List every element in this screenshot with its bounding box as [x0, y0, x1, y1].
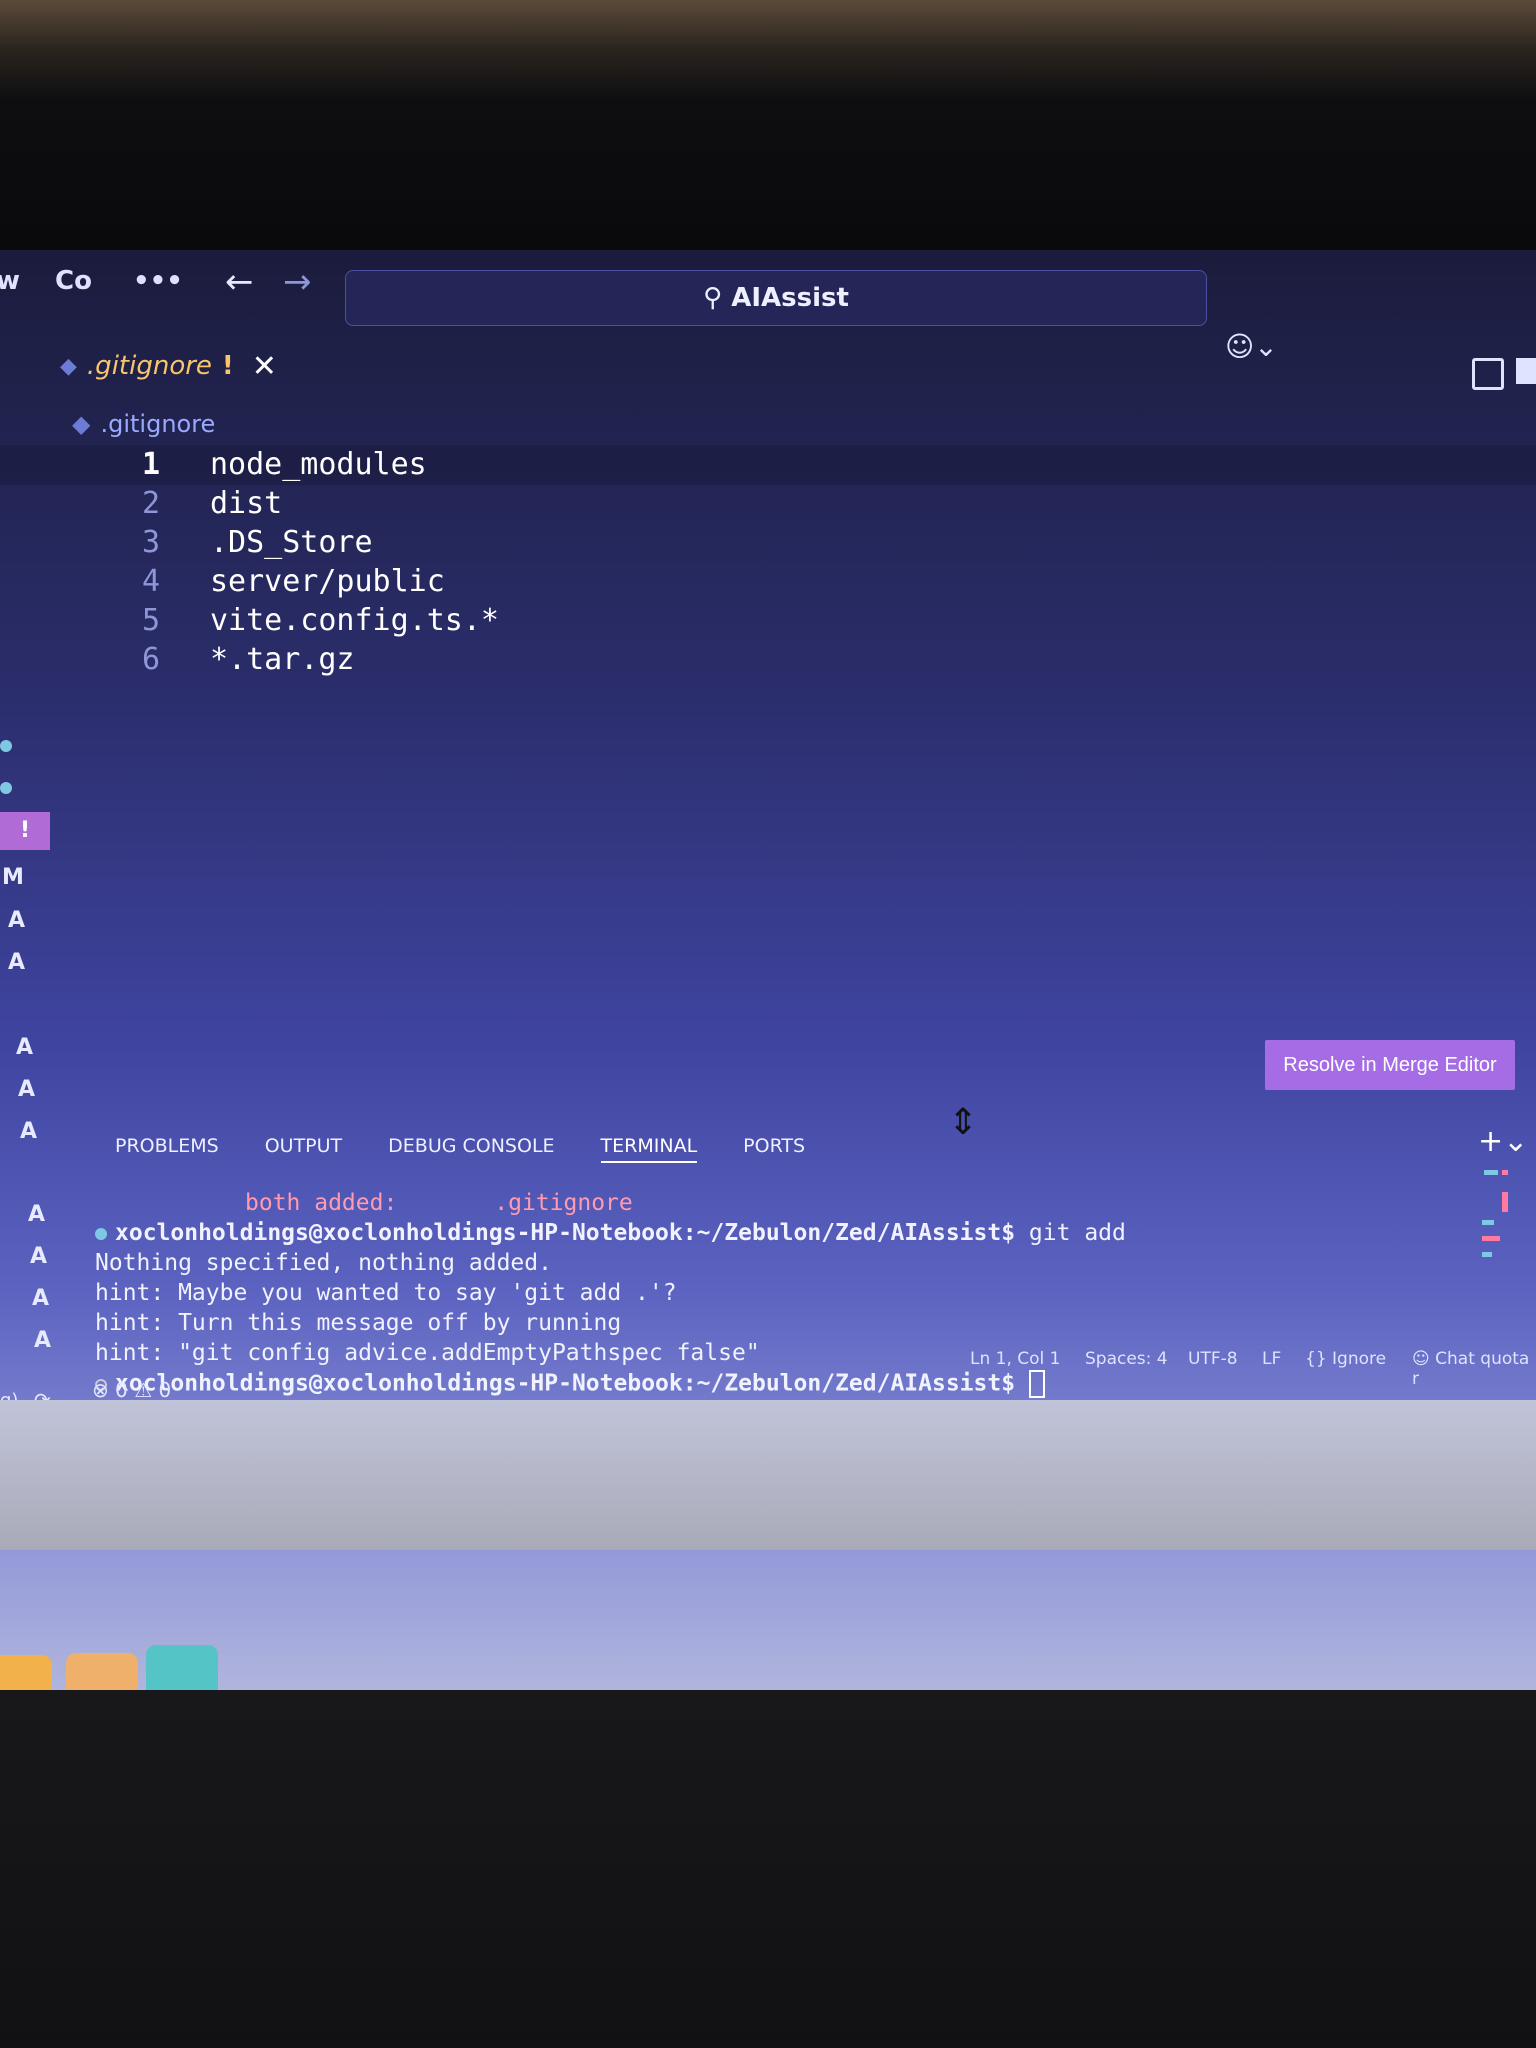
- tab-debug-console[interactable]: DEBUG CONSOLE: [388, 1135, 554, 1163]
- desktop-background: [0, 1400, 1536, 1550]
- new-terminal-button[interactable]: +⌄: [1478, 1124, 1528, 1159]
- error-count: 0: [115, 1378, 128, 1402]
- tab-ports[interactable]: PORTS: [743, 1135, 805, 1163]
- status-encoding[interactable]: UTF-8: [1188, 1349, 1238, 1369]
- status-language[interactable]: {} Ignore: [1305, 1349, 1386, 1369]
- copilot-icon[interactable]: ☺⌄: [1225, 330, 1278, 363]
- line-number: 5: [141, 603, 160, 638]
- resize-cursor-icon: ⇕: [948, 1102, 979, 1143]
- editor-line: 1 node_modules: [100, 445, 499, 484]
- editor-line: 6 *.tar.gz: [100, 640, 499, 679]
- file-icon: ◆: [60, 353, 77, 379]
- laptop-top-bezel: [0, 0, 1536, 250]
- scroll-mark: [1484, 1170, 1498, 1175]
- sidebar-toggle-icon[interactable]: [1516, 358, 1536, 384]
- scroll-mark: [1482, 1220, 1494, 1225]
- command-center-search[interactable]: ⚲ AIAssist: [345, 270, 1207, 326]
- copilot-icon: ☺: [1412, 1349, 1436, 1369]
- code-text: *.tar.gz: [210, 642, 355, 677]
- scm-status-added: A: [16, 1035, 34, 1060]
- line-number: 6: [141, 642, 160, 677]
- editor-tab-gitignore[interactable]: ◆ .gitignore ! ✕: [60, 344, 277, 388]
- title-bar: w Co ••• ← → ⚲ AIAssist: [0, 250, 1536, 326]
- tab-conflict-badge: !: [221, 351, 234, 381]
- close-icon[interactable]: ✕: [252, 349, 277, 384]
- breadcrumb: ◆ .gitignore: [72, 410, 215, 438]
- terminal-line: hint: Maybe you wanted to say 'git add .…: [95, 1280, 677, 1306]
- status-cursor-position[interactable]: Ln 1, Col 1: [970, 1349, 1061, 1369]
- warning-count: 0: [158, 1378, 172, 1402]
- scm-status-added: A: [32, 1286, 50, 1311]
- terminal-scrollbar[interactable]: [1480, 1170, 1510, 1320]
- resolve-merge-editor-button[interactable]: Resolve in Merge Editor: [1265, 1040, 1515, 1090]
- terminal-line: both added: .gitignore: [95, 1190, 1126, 1220]
- laptop-bottom-bezel: [0, 1690, 1536, 2048]
- scm-status-added: A: [28, 1202, 46, 1227]
- tab-label: .gitignore: [86, 351, 212, 381]
- status-bar: Ln 1, Col 1 Spaces: 4 UTF-8 LF {} Ignore…: [0, 1335, 1536, 1389]
- terminal-line: Nothing specified, nothing added.: [95, 1250, 552, 1276]
- scm-conflict-marker[interactable]: !: [0, 812, 50, 850]
- scroll-mark: [1482, 1252, 1492, 1257]
- tab-terminal[interactable]: TERMINAL: [600, 1135, 698, 1163]
- terminal-command: git add: [1015, 1220, 1126, 1246]
- conflict-label: both added:: [245, 1190, 398, 1216]
- prompt-status-dot: [95, 1228, 107, 1240]
- tab-output[interactable]: OUTPUT: [265, 1135, 342, 1163]
- scm-status-added: A: [18, 1077, 36, 1102]
- line-number: 1: [141, 447, 160, 482]
- scm-status-added: A: [8, 908, 26, 933]
- menu-more[interactable]: •••: [133, 266, 183, 296]
- editor-line: 4 server/public: [100, 562, 499, 601]
- code-text: .DS_Store: [210, 525, 373, 560]
- editor-line: 5 vite.config.ts.*: [100, 601, 499, 640]
- line-number: 2: [141, 486, 160, 521]
- terminal-line: xoclonholdings@xoclonholdings-HP-Noteboo…: [95, 1220, 1126, 1250]
- scm-status-modified: M: [2, 865, 24, 890]
- forward-arrow-icon[interactable]: →: [283, 262, 312, 302]
- back-arrow-icon[interactable]: ←: [225, 262, 254, 302]
- scm-status-added: A: [30, 1244, 48, 1269]
- status-eol[interactable]: LF: [1262, 1349, 1281, 1369]
- menu-go[interactable]: Co: [55, 266, 92, 296]
- code-text: node_modules: [210, 447, 427, 482]
- scroll-mark: [1502, 1170, 1508, 1175]
- status-chat-quota[interactable]: ☺ Chat quota r: [1412, 1349, 1536, 1389]
- code-text: server/public: [210, 564, 445, 599]
- layout-icon[interactable]: [1472, 358, 1504, 390]
- line-number: 3: [141, 525, 160, 560]
- editor-line: 3 .DS_Store: [100, 523, 499, 562]
- code-text: dist: [210, 486, 283, 521]
- breadcrumb-file[interactable]: .gitignore: [100, 410, 215, 438]
- status-indentation[interactable]: Spaces: 4: [1085, 1349, 1168, 1369]
- panel-tab-bar: PROBLEMS OUTPUT DEBUG CONSOLE TERMINAL P…: [115, 1135, 805, 1163]
- scm-status-added: A: [8, 950, 26, 975]
- scroll-mark: [1482, 1236, 1500, 1241]
- scm-dot: [0, 740, 12, 752]
- conflict-file: .gitignore: [494, 1190, 633, 1216]
- code-text: vite.config.ts.*: [210, 603, 499, 638]
- line-number: 4: [141, 564, 160, 599]
- warning-icon: ⚠: [134, 1378, 153, 1402]
- file-icon: ◆: [72, 410, 91, 438]
- menu-view[interactable]: w: [0, 266, 20, 296]
- status-problems[interactable]: ⊗ 0 ⚠ 0: [92, 1378, 171, 1402]
- search-icon: ⚲: [703, 283, 732, 313]
- tab-problems[interactable]: PROBLEMS: [115, 1135, 219, 1163]
- code-editor[interactable]: 1 node_modules 2 dist 3 .DS_Store 4 server/p…: [100, 445, 499, 679]
- scroll-mark: [1502, 1192, 1508, 1212]
- scm-status-added: A: [20, 1119, 38, 1144]
- terminal-prompt: xoclonholdings@xoclonholdings-HP-Noteboo…: [115, 1220, 1016, 1246]
- error-icon: ⊗: [92, 1378, 109, 1402]
- scm-dot: [0, 782, 12, 794]
- command-center-label: AIAssist: [731, 283, 849, 313]
- editor-line: 2 dist: [100, 484, 499, 523]
